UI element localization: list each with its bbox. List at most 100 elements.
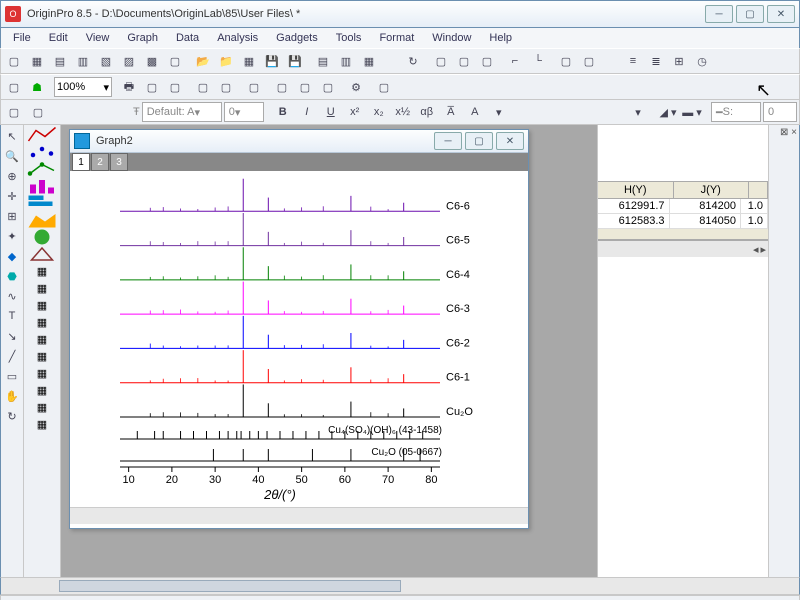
line-width-combo[interactable]: 0	[763, 102, 797, 122]
layer-add-icon[interactable]: ▢	[430, 50, 452, 72]
line-symbol-icon[interactable]	[27, 161, 57, 177]
zoom-in-icon[interactable]: 🔍	[3, 147, 21, 165]
script-icon[interactable]: ▢	[373, 76, 395, 98]
layer-tab-2[interactable]: 2	[91, 153, 109, 171]
menu-view[interactable]: View	[78, 30, 118, 46]
refresh-icon[interactable]: ↻	[402, 50, 424, 72]
line-plot-icon[interactable]	[27, 127, 57, 143]
italic-icon[interactable]: I	[296, 101, 318, 123]
layer-extract-icon[interactable]: ▢	[453, 50, 475, 72]
time-icon[interactable]: ◷	[691, 50, 713, 72]
new-notes-icon[interactable]: ▢	[164, 50, 186, 72]
anti-alias-icon[interactable]: ▢	[3, 76, 25, 98]
style-b-icon[interactable]: ▢	[27, 101, 49, 123]
new-layout-icon[interactable]: ▩	[141, 50, 163, 72]
scatter-plot-icon[interactable]	[27, 144, 57, 160]
save-template-icon[interactable]: 💾	[284, 50, 306, 72]
fontsize-combo[interactable]: 0 ▾	[224, 102, 264, 122]
template10-icon[interactable]: ▦	[27, 416, 57, 432]
import-multi-icon[interactable]: ▦	[358, 50, 380, 72]
align-tool-icon[interactable]: ⊞	[668, 50, 690, 72]
template9-icon[interactable]: ▦	[27, 399, 57, 415]
align-center-icon[interactable]: ≣	[645, 50, 667, 72]
layer-manage-icon[interactable]: ▢	[243, 76, 265, 98]
rescale-icon[interactable]: ⌐	[504, 50, 526, 72]
menu-file[interactable]: File	[5, 30, 39, 46]
template7-icon[interactable]: ▦	[27, 365, 57, 381]
font-combo[interactable]: Default: A ▾	[142, 102, 222, 122]
3d-plot-icon[interactable]	[27, 246, 57, 262]
mask-range-icon[interactable]: ▢	[215, 76, 237, 98]
template8-icon[interactable]: ▦	[27, 382, 57, 398]
col-header-h[interactable]: H(Y)	[598, 182, 674, 198]
zoom-range-icon[interactable]: └	[527, 50, 549, 72]
new-graph-icon[interactable]: ▧	[95, 50, 117, 72]
screen-reader-icon[interactable]: ⊕	[3, 167, 21, 185]
mask-icon[interactable]: ◆	[3, 247, 21, 265]
new-folder-icon[interactable]: ▦	[26, 50, 48, 72]
decrease-font-icon[interactable]: A	[464, 101, 486, 123]
bold-icon[interactable]: B	[272, 101, 294, 123]
template1-icon[interactable]: ▦	[27, 263, 57, 279]
close-button[interactable]: ✕	[767, 5, 795, 23]
template5-icon[interactable]: ▦	[27, 331, 57, 347]
fill-color-icon[interactable]: ▬ ▾	[681, 101, 703, 123]
new-excel-icon[interactable]: ▥	[72, 50, 94, 72]
supersub-icon[interactable]: x½	[392, 101, 414, 123]
save-icon[interactable]: 💾	[261, 50, 283, 72]
cell[interactable]: 612583.3	[598, 214, 670, 228]
graph-minimize-button[interactable]: ─	[434, 132, 462, 150]
print-preview-icon[interactable]: ▢	[141, 76, 163, 98]
menu-analysis[interactable]: Analysis	[209, 30, 266, 46]
layer-tab-1[interactable]: 1	[72, 153, 90, 171]
data-selector-icon[interactable]: ⊞	[3, 207, 21, 225]
rect-icon[interactable]: ▭	[3, 367, 21, 385]
underline-icon[interactable]: U	[320, 101, 342, 123]
text-icon[interactable]: T	[3, 307, 21, 325]
increase-font-icon[interactable]: A̅	[440, 101, 462, 123]
data-reader-icon[interactable]: ✛	[3, 187, 21, 205]
menu-tools[interactable]: Tools	[328, 30, 370, 46]
worksheet-hscroll[interactable]: ◂▸	[598, 240, 768, 257]
graph-close-button[interactable]: ✕	[496, 132, 524, 150]
graph-hscroll[interactable]	[70, 507, 528, 524]
rotate-icon[interactable]: ↻	[3, 407, 21, 425]
edit-range-icon[interactable]: ▢	[192, 76, 214, 98]
table-row[interactable]: 612991.7 814200 1.0	[598, 199, 768, 214]
pointer-icon[interactable]: ↖	[3, 127, 21, 145]
hand-icon[interactable]: ✋	[3, 387, 21, 405]
open-template-icon[interactable]: 📁	[215, 50, 237, 72]
menu-help[interactable]: Help	[481, 30, 520, 46]
add-plot-icon[interactable]: ▢	[271, 76, 293, 98]
menu-window[interactable]: Window	[424, 30, 479, 46]
dock-close-icon[interactable]: ⊠ ×	[780, 127, 797, 138]
menu-graph[interactable]: Graph	[119, 30, 166, 46]
menu-edit[interactable]: Edit	[41, 30, 76, 46]
subscript-icon[interactable]: x₂	[368, 101, 390, 123]
menu-data[interactable]: Data	[168, 30, 207, 46]
cell[interactable]: 814200	[670, 199, 742, 213]
draw-data-icon[interactable]: ∿	[3, 287, 21, 305]
open-icon[interactable]: 📂	[192, 50, 214, 72]
data-cursor-icon[interactable]: ✦	[3, 227, 21, 245]
minimize-button[interactable]: ─	[705, 5, 733, 23]
cell[interactable]: 1.0	[741, 199, 768, 213]
table-row[interactable]: 612583.3 814050 1.0	[598, 214, 768, 229]
template6-icon[interactable]: ▦	[27, 348, 57, 364]
superscript-icon[interactable]: x²	[344, 101, 366, 123]
col-header-extra[interactable]	[749, 182, 768, 198]
zoom-combo[interactable]: 100%▾	[54, 77, 112, 97]
graph-window[interactable]: Graph2 ─ ▢ ✕ 1 2 3 C6-6C6-5C6-4C6-3C6-2C…	[69, 129, 529, 529]
cell[interactable]: 1.0	[741, 214, 768, 228]
cell[interactable]: 612991.7	[598, 199, 670, 213]
run-icon[interactable]: ☗	[26, 76, 48, 98]
area-plot-icon[interactable]	[27, 212, 57, 228]
import-ascii-icon[interactable]: ▥	[335, 50, 357, 72]
lock-icon[interactable]: ⚙	[345, 76, 367, 98]
new-workbook-icon[interactable]: ▤	[49, 50, 71, 72]
import-wizard-icon[interactable]: ▤	[312, 50, 334, 72]
open-excel-icon[interactable]: ▦	[238, 50, 260, 72]
line-icon[interactable]: ╱	[3, 347, 21, 365]
line-style-combo[interactable]: ━ S:	[711, 102, 761, 122]
bar-plot-icon[interactable]	[27, 195, 57, 211]
